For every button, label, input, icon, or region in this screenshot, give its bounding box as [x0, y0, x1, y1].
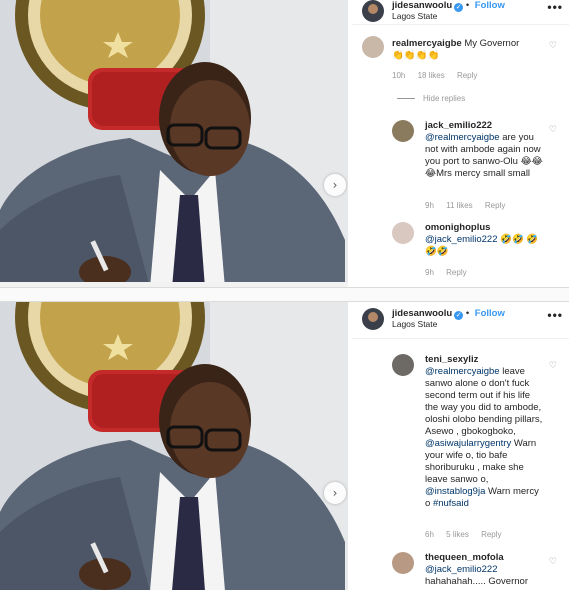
post-image[interactable]: ›	[0, 302, 348, 590]
reply-likes[interactable]: 5 likes	[446, 530, 469, 539]
separator-dot: •	[465, 0, 470, 11]
reply-mention[interactable]: @jack_emilio222	[425, 234, 497, 245]
follow-button[interactable]: Follow	[475, 308, 505, 319]
reply-mention-2[interactable]: @asiwajularrygentry	[425, 438, 511, 449]
reply-username[interactable]: omonighoplus	[425, 222, 490, 233]
reply-meta: 6h 5 likes Reply	[425, 530, 512, 539]
reply-mention-3[interactable]: @instablog9ja	[425, 486, 485, 497]
like-heart-icon[interactable]: ♡	[549, 40, 557, 51]
post-sidebar: jidesanwoolu ✓ • Follow Lagos State ••• t…	[352, 302, 569, 590]
reply-button[interactable]: Reply	[481, 530, 501, 539]
reply-button[interactable]: Reply	[485, 201, 505, 210]
comment-meta: 10h 18 likes Reply	[392, 71, 487, 80]
follow-button[interactable]: Follow	[475, 0, 505, 11]
author-username[interactable]: jidesanwoolu	[392, 308, 452, 319]
commenter-avatar[interactable]	[392, 552, 414, 574]
reply-time: 9h	[425, 268, 434, 277]
reply-username[interactable]: jack_emilio222	[425, 120, 492, 131]
author-avatar[interactable]	[362, 308, 384, 330]
reply-body: hahahahah..... Governor	[425, 576, 528, 587]
reply-text: teni_sexyliz @realmercyaigbe leave sanwo…	[425, 354, 543, 510]
verified-badge-icon: ✓	[454, 311, 464, 320]
like-heart-icon[interactable]: ♡	[549, 556, 557, 567]
reply-text: jack_emilio222 @realmercyaigbe are you n…	[425, 120, 543, 180]
next-image-button[interactable]: ›	[324, 174, 346, 196]
like-heart-icon[interactable]: ♡	[549, 360, 557, 371]
reply-hashtag[interactable]: #nufsaid	[433, 498, 469, 509]
reply-username[interactable]: thequeen_mofola	[425, 552, 504, 563]
author-username[interactable]: jidesanwoolu	[392, 0, 452, 11]
reply-mention[interactable]: @jack_emilio222	[425, 564, 497, 575]
like-heart-icon[interactable]: ♡	[549, 124, 557, 135]
post-2: › jidesanwoolu ✓ • Follow Lagos State •••…	[0, 301, 569, 590]
comment-likes[interactable]: 18 likes	[418, 71, 445, 80]
commenter-avatar[interactable]	[392, 222, 414, 244]
reply-time: 6h	[425, 530, 434, 539]
next-image-button[interactable]: ›	[324, 482, 346, 504]
post-1: › jidesanwoolu ✓ • Follow Lagos State •••…	[0, 0, 569, 288]
commenter-avatar[interactable]	[392, 354, 414, 376]
post-image[interactable]: ›	[0, 0, 348, 287]
header-divider	[352, 24, 569, 25]
reply-meta: 9h Reply	[425, 268, 477, 277]
header-divider	[352, 338, 569, 339]
post-header: jidesanwoolu ✓ • Follow Lagos State •••	[352, 308, 569, 332]
reply-likes[interactable]: 11 likes	[446, 201, 473, 210]
chevron-right-icon: ›	[332, 178, 338, 192]
separator-dot: •	[465, 308, 470, 319]
reply-button[interactable]: Reply	[446, 268, 466, 277]
reply-meta: 9h 11 likes Reply	[425, 201, 515, 210]
governor-photo	[0, 0, 348, 287]
reply-username[interactable]: teni_sexyliz	[425, 354, 478, 365]
comment-body: My Governor	[464, 38, 520, 49]
reply-mention[interactable]: @realmercyaigbe	[425, 132, 500, 143]
more-options-icon[interactable]: •••	[547, 0, 563, 14]
reply-time: 9h	[425, 201, 434, 210]
posts-gap	[0, 288, 569, 301]
reply-text: thequeen_mofola @jack_emilio222 hahahaha…	[425, 552, 543, 588]
more-options-icon[interactable]: •••	[547, 308, 563, 322]
governor-photo	[0, 302, 348, 590]
comment-emoji: 👏👏👏👏	[392, 50, 440, 61]
reply-button[interactable]: Reply	[457, 71, 477, 80]
comment-time: 10h	[392, 71, 406, 80]
location-link[interactable]: Lagos State	[392, 319, 437, 329]
reply-mention[interactable]: @realmercyaigbe	[425, 366, 500, 377]
post-header: jidesanwoolu ✓ • Follow Lagos State •••	[352, 0, 569, 24]
comment-username[interactable]: realmercyaigbe	[392, 38, 462, 49]
commenter-avatar[interactable]	[362, 36, 384, 58]
verified-badge-icon: ✓	[454, 3, 464, 12]
comment-text: realmercyaigbe My Governor 👏👏👏👏	[392, 38, 552, 62]
chevron-right-icon: ›	[332, 486, 338, 500]
author-avatar[interactable]	[362, 0, 384, 22]
location-link[interactable]: Lagos State	[392, 11, 437, 21]
reply-text: omonighoplus @jack_emilio222 🤣🤣 🤣🤣🤣	[425, 222, 543, 258]
commenter-avatar[interactable]	[392, 120, 414, 142]
post-sidebar: jidesanwoolu ✓ • Follow Lagos State ••• r…	[352, 0, 569, 287]
hide-replies-button[interactable]: Hide replies	[397, 94, 465, 103]
